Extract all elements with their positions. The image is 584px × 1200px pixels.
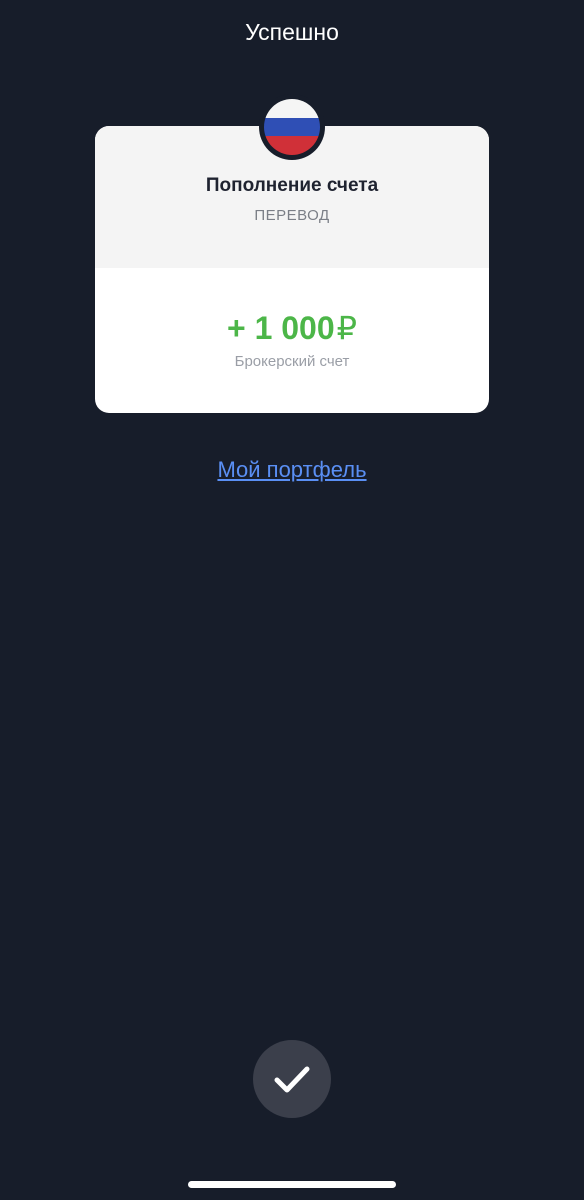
flag-stripe-blue: [264, 117, 320, 137]
done-button[interactable]: [253, 1040, 331, 1118]
amount-value: + 1 000: [226, 310, 335, 346]
my-portfolio-link[interactable]: Мой портфель: [0, 455, 584, 485]
transaction-card: Пополнение счета ПЕРЕВОД + 1 000₽ Брокер…: [95, 126, 489, 413]
transaction-amount: + 1 000₽: [95, 308, 489, 348]
account-name: Брокерский счет: [234, 353, 350, 370]
home-indicator[interactable]: [188, 1181, 396, 1188]
currency-symbol: ₽: [336, 310, 357, 346]
flag-circle: [264, 99, 320, 155]
flag-stripe-red: [264, 136, 320, 155]
russia-flag-icon: [259, 94, 325, 160]
transaction-type: ПЕРЕВОД: [254, 207, 330, 224]
checkmark-icon: [274, 1066, 310, 1093]
screen-title: Успешно: [245, 19, 339, 45]
flag-stripe-white: [264, 99, 320, 118]
transaction-title: Пополнение счета: [205, 175, 379, 196]
